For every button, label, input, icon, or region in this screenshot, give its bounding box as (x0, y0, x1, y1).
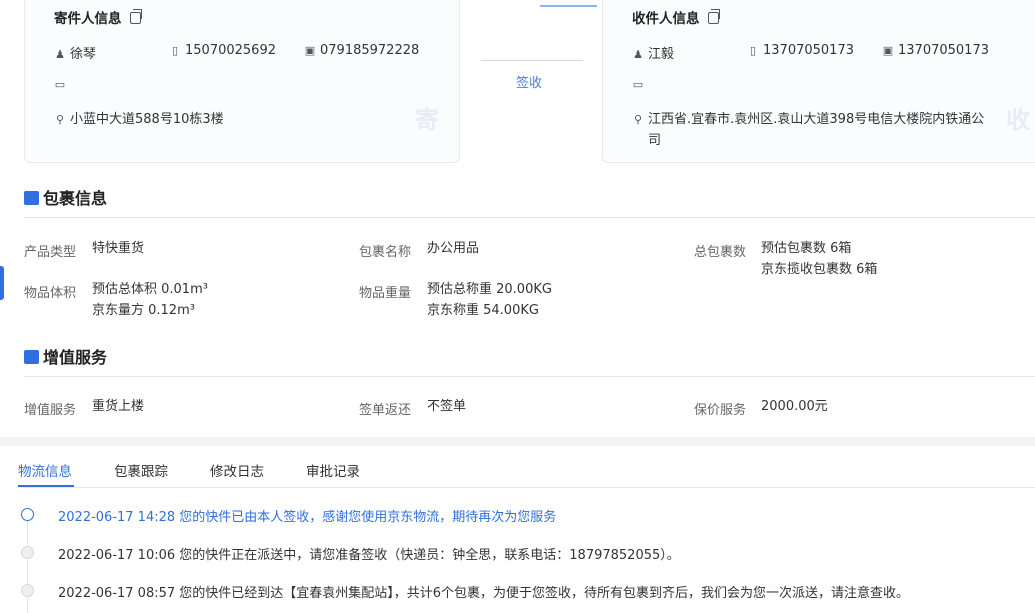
top-accent-bar (540, 5, 597, 7)
building-icon: ▭ (54, 78, 66, 91)
mobile-icon: ▯ (171, 44, 179, 57)
tab-divider (18, 487, 1035, 488)
weight-estimate: 预估总称重 20.00KG (427, 282, 552, 297)
left-edge-handle[interactable] (0, 266, 4, 300)
building-icon: ▭ (632, 78, 644, 91)
phone-icon: ▣ (882, 44, 894, 57)
tab-change-log[interactable]: 修改日志 (210, 460, 264, 480)
package-section-title: 包裹信息 (24, 185, 107, 209)
location-icon: ⚲ (633, 113, 643, 126)
total-count-collected: 京东揽收包裹数 6箱 (761, 262, 878, 277)
sender-phone: ▣ 079185972228 (304, 43, 420, 58)
receiver-watermark: 收 (1006, 106, 1030, 134)
weight-measured: 京东称重 54.00KG (427, 303, 539, 318)
receiver-address: ⚲ 江西省.宜春市.袁州区.袁山大道398号电信大楼院内铁通公 (633, 112, 985, 127)
copy-icon[interactable] (707, 9, 720, 24)
receipt-value: 不签单 (427, 399, 467, 414)
tab-approval-records[interactable]: 审批记录 (306, 460, 360, 480)
timeline-line (27, 514, 28, 613)
sender-watermark: 寄 (415, 106, 439, 134)
receipt-label: 签单返还 (359, 403, 412, 418)
insurance-label: 保价服务 (694, 403, 747, 418)
receiver-mobile: ▯ 13707050173 (747, 43, 854, 58)
receiver-address-line2: 司 (648, 133, 662, 148)
value-added-section-title: 增值服务 (24, 344, 107, 368)
receiver-title: 收件人信息 (632, 7, 720, 27)
timeline-item: 2022-06-17 10:06 您的快件正在派送中，请您准备签收（快递员：钟全… (58, 548, 680, 563)
sender-title-text: 寄件人信息 (54, 11, 122, 27)
copy-icon[interactable] (129, 9, 142, 24)
package-name-value: 办公用品 (427, 241, 480, 256)
sender-mobile: ▯ 15070025692 (169, 43, 276, 58)
volume-estimate: 预估总体积 0.01m³ (92, 282, 208, 297)
volume-measured: 京东量方 0.12m³ (92, 303, 195, 318)
sender-name: ♟ 徐琴 (55, 47, 97, 62)
sender-title: 寄件人信息 (54, 7, 142, 27)
service-label: 增值服务 (24, 403, 77, 418)
value-added-divider (24, 376, 1035, 377)
user-icon: ♟ (633, 48, 643, 61)
timeline-dot (21, 546, 34, 559)
package-name-label: 包裹名称 (359, 245, 412, 260)
mobile-icon: ▯ (749, 44, 757, 57)
user-icon: ♟ (55, 48, 65, 61)
timeline-item: 2022-06-17 14:28 您的快件已由本人签收，感谢您使用京东物流，期待… (58, 510, 557, 525)
insurance-value: 2000.00元 (761, 399, 828, 414)
location-icon: ⚲ (55, 113, 65, 126)
total-count-label: 总包裹数 (694, 245, 747, 260)
timeline-dot-current (21, 508, 34, 521)
package-divider (24, 217, 1035, 218)
timeline-dot (21, 584, 34, 597)
sender-building-icon-row: ▭ (54, 77, 70, 92)
receiver-building-icon-row: ▭ (632, 77, 648, 92)
timeline-item: 2022-06-17 08:57 您的快件已经到达【宜春袁州集配站】，共计6个包… (58, 586, 910, 601)
tab-package-tracking[interactable]: 包裹跟踪 (114, 460, 168, 480)
sender-address: ⚲ 小蓝中大道588号10栋3楼 (55, 112, 224, 127)
receiver-name: ♟ 江毅 (633, 47, 675, 62)
product-type-label: 产品类型 (24, 245, 77, 260)
total-count-estimate: 预估包裹数 6箱 (761, 241, 852, 256)
receiver-title-text: 收件人信息 (632, 11, 700, 27)
product-type-value: 特快重货 (92, 241, 145, 256)
tab-logistics[interactable]: 物流信息 (18, 460, 72, 480)
signed-status-label: 签收 (516, 76, 543, 91)
receiver-phone: ▣ 13707050173 (882, 43, 989, 58)
phone-icon: ▣ (304, 44, 316, 57)
trend-icon (24, 350, 39, 364)
section-separator (0, 437, 1035, 446)
weight-label: 物品重量 (359, 286, 412, 301)
service-value: 重货上楼 (92, 399, 145, 414)
gift-icon (24, 191, 39, 205)
connector-line (481, 60, 583, 61)
volume-label: 物品体积 (24, 286, 77, 301)
